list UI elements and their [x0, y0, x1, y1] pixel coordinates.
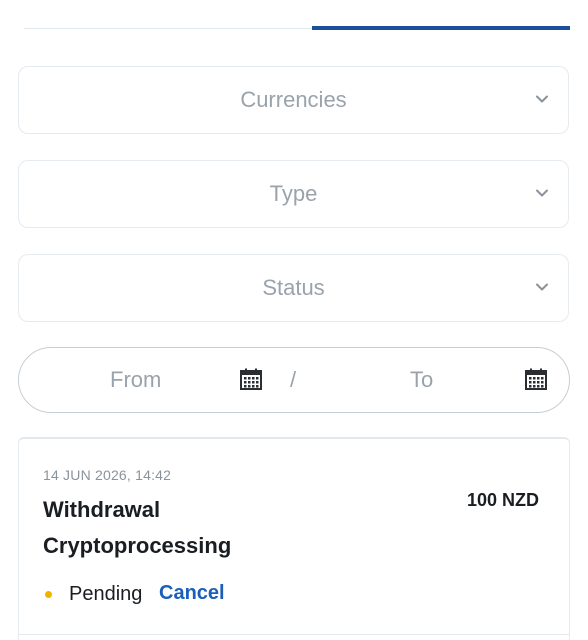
- chevron-down-icon: [536, 189, 548, 197]
- date-to-field[interactable]: To: [410, 348, 433, 411]
- status-select-label: Status: [262, 275, 325, 300]
- transaction-title-line1: Withdrawal: [43, 497, 161, 522]
- date-from-field[interactable]: From: [110, 348, 161, 411]
- status-select[interactable]: Status: [18, 254, 569, 322]
- transaction-amount: 100 NZD: [466, 490, 539, 510]
- transactions-page: Currencies Type Status From / To 14 JUN …: [0, 0, 588, 640]
- cancel-transaction-link[interactable]: Cancel: [159, 582, 225, 605]
- transaction-card[interactable]: 14 JUN 2026, 14:42 Withdrawal Cryptoproc…: [18, 437, 570, 640]
- date-range-picker: From / To: [18, 347, 570, 413]
- chevron-down-icon: [536, 283, 548, 291]
- active-tab-indicator: [312, 26, 570, 30]
- transaction-title: Withdrawal Cryptoprocessing: [43, 492, 323, 564]
- currencies-select-label: Currencies: [240, 87, 347, 112]
- calendar-icon[interactable]: [525, 368, 547, 390]
- date-separator: /: [290, 366, 297, 392]
- type-select[interactable]: Type: [18, 160, 569, 228]
- card-divider: [19, 634, 569, 635]
- calendar-icon[interactable]: [240, 368, 262, 390]
- transaction-status: Pending: [69, 583, 143, 605]
- type-select-label: Type: [269, 181, 318, 206]
- transaction-date: 14 JUN 2026, 14:42: [43, 467, 172, 483]
- transaction-title-line2: Cryptoprocessing: [43, 533, 232, 558]
- chevron-down-icon: [536, 95, 548, 103]
- currencies-select[interactable]: Currencies: [18, 66, 569, 134]
- status-dot-icon: [45, 591, 52, 598]
